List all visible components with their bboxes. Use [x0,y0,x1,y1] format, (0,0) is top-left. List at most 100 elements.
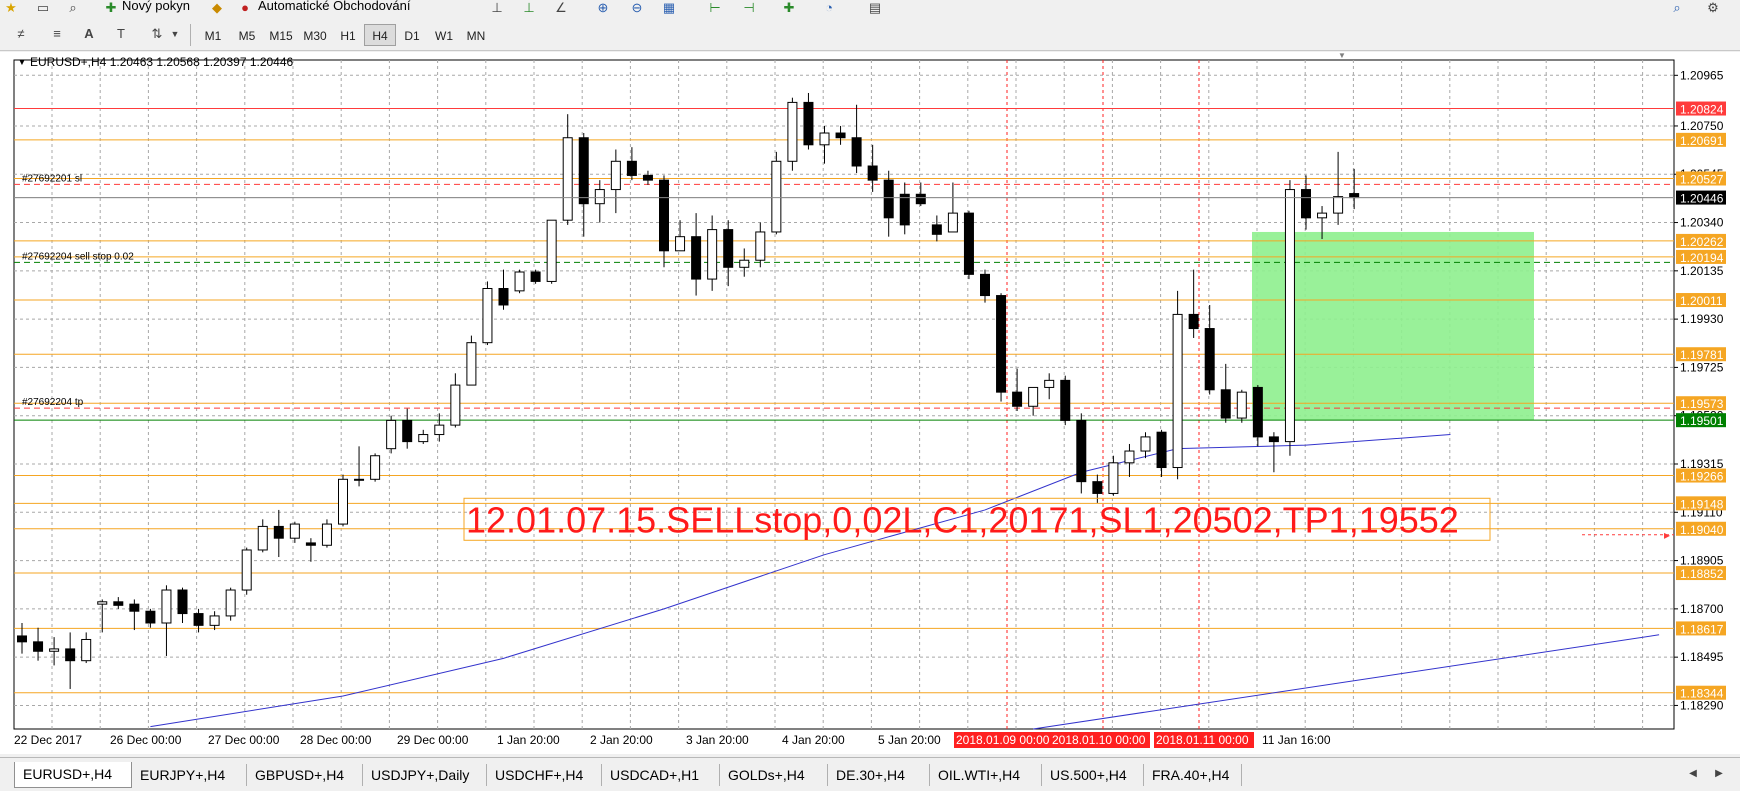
candle[interactable] [546,219,557,282]
candle[interactable] [771,160,782,233]
candle[interactable] [209,615,220,626]
candle[interactable] [450,384,461,426]
candle[interactable] [835,132,846,139]
candle[interactable] [177,589,188,615]
timeframe-m15-button[interactable]: M15 [264,24,298,46]
candle[interactable] [482,287,493,344]
timeframe-d1-button[interactable]: D1 [396,24,428,46]
chart-tab[interactable]: GBPUSD+,H4 [247,764,363,786]
candle[interactable] [562,137,573,221]
price-chart[interactable]: #27692201 sl #27692204 sell stop 0.02 #276… [0,52,1740,754]
candle[interactable] [498,287,509,306]
text-icon[interactable]: A [80,26,98,42]
candle[interactable] [434,424,445,436]
candle[interactable] [65,648,76,662]
candle[interactable] [1301,189,1311,219]
candle[interactable] [97,601,108,605]
tile-windows-icon[interactable]: ▦ [660,0,678,16]
candle[interactable] [418,434,429,443]
candle[interactable] [514,271,525,292]
candle[interactable] [1317,212,1328,219]
tab-scroll-right-icon[interactable]: ▶ [1710,766,1728,782]
candle[interactable] [17,635,27,643]
candle[interactable] [530,271,541,282]
candle[interactable] [642,174,653,181]
candle[interactable] [1044,379,1055,388]
timeframe-h4-button[interactable]: H4 [364,24,396,46]
tab-scroll-left-icon[interactable]: ◀ [1684,766,1702,782]
cube-icon[interactable]: ◆ [208,0,226,16]
candle[interactable] [193,613,204,626]
candle[interactable] [370,455,381,480]
candle[interactable] [578,137,589,205]
star-icon[interactable]: ★ [2,0,20,16]
timeframe-h1-button[interactable]: H1 [332,24,364,46]
timeframe-mn-button[interactable]: MN [460,24,492,46]
candle[interactable] [257,525,268,551]
candle[interactable] [1284,189,1295,443]
candle[interactable] [402,419,413,443]
candle[interactable] [963,212,974,275]
candle[interactable] [289,523,300,539]
settings-icon[interactable]: ⚙ [1704,0,1722,16]
chart-tab[interactable]: US.500+,H4 [1042,764,1144,786]
candle[interactable] [707,229,718,280]
candle[interactable] [1188,313,1199,330]
zoom-out-icon[interactable]: ⊖ [628,0,646,16]
candle[interactable] [867,165,878,181]
candle[interactable] [723,229,734,268]
candle[interactable] [1268,436,1279,443]
candle[interactable] [691,236,702,280]
candle[interactable] [931,224,942,235]
zoom-window-icon[interactable]: ⌕ [64,0,82,16]
timeframe-w1-button[interactable]: W1 [428,24,460,46]
candle[interactable] [899,193,910,226]
candle[interactable] [273,525,284,539]
candle[interactable] [1028,386,1039,407]
candle[interactable] [626,160,637,176]
fibo-fan-icon[interactable]: ≡ [48,26,66,42]
candle[interactable] [1236,391,1247,419]
candle[interactable] [819,132,830,146]
chart-tab[interactable]: OIL.WTI+,H4 [930,764,1042,786]
candle[interactable] [1156,431,1167,469]
autoscroll-icon[interactable]: ⊣ [740,0,758,16]
chart-tab[interactable]: EURJPY+,H4 [132,764,247,786]
text-label-icon[interactable]: T [112,26,130,42]
candle[interactable] [33,641,44,652]
zoom-in-icon[interactable]: ⊕ [594,0,612,16]
candle-chart-icon[interactable]: ⊥ [520,0,538,16]
candle[interactable] [1333,196,1344,214]
candle[interactable] [980,273,990,297]
timeframe-m30-button[interactable]: M30 [298,24,332,46]
candle[interactable] [787,101,798,162]
auto-trading-button[interactable]: Automatické Obchodování [258,0,410,13]
candle[interactable] [241,549,252,591]
candle[interactable] [338,478,348,525]
candle[interactable] [145,610,156,624]
candle[interactable] [883,179,894,219]
candle[interactable] [1124,450,1135,464]
candle[interactable] [675,236,686,252]
candle[interactable] [161,589,172,624]
candle[interactable] [659,179,669,252]
candle[interactable] [305,542,316,546]
candle[interactable] [1220,389,1231,419]
chart-tab[interactable]: DE.30+,H4 [828,764,930,786]
window-icon[interactable]: ▭ [34,0,52,16]
templates-icon[interactable]: ▤ [866,0,884,16]
candle[interactable] [915,193,926,205]
chart-tab[interactable]: GOLDs+,H4 [720,764,828,786]
indicators-icon[interactable]: ✚ [780,0,798,16]
candle[interactable] [1140,436,1151,452]
candle[interactable] [739,259,750,268]
candle[interactable] [1092,481,1103,494]
candle[interactable] [1252,386,1263,438]
timeframe-m1-button[interactable]: M1 [196,24,230,46]
chart-window[interactable]: #27692201 sl #27692204 sell stop 0.02 #276… [0,52,1740,754]
candle[interactable] [1108,462,1119,494]
candle[interactable] [1076,419,1087,483]
new-order-button[interactable]: Nový pokyn [122,0,190,13]
chart-tab[interactable]: USDJPY+,Daily [363,764,487,786]
chart-shift-icon[interactable]: ⊢ [706,0,724,16]
